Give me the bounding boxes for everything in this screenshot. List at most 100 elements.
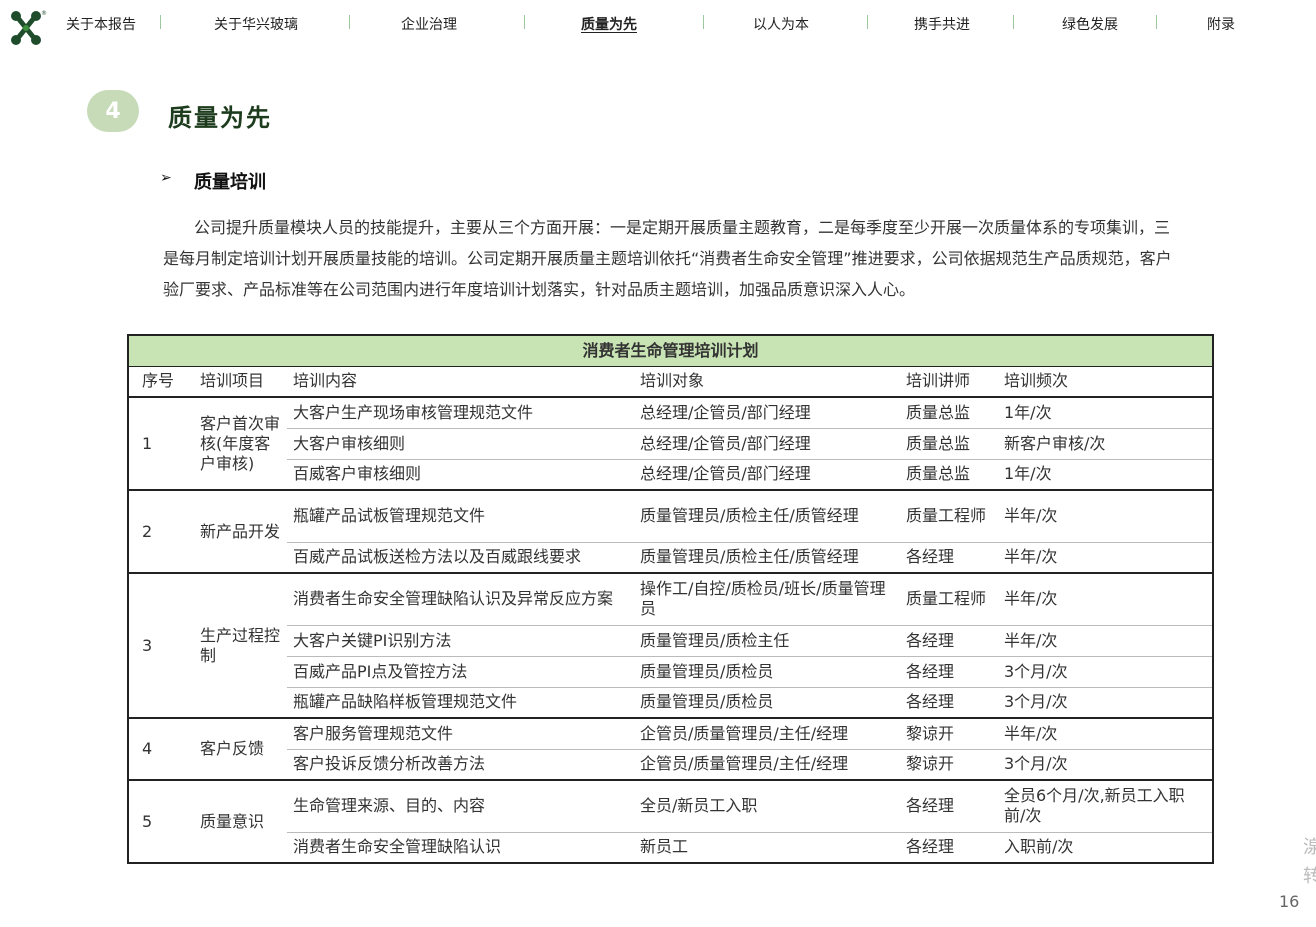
- cell-target: 新员工: [634, 832, 900, 864]
- nav-item-appendix[interactable]: 附录: [1207, 14, 1235, 34]
- cell-target: 操作工/自控/质检员/班长/质量管理员: [634, 573, 900, 626]
- column-header-target: 培训对象: [634, 366, 900, 398]
- nav-separator: [1156, 15, 1157, 29]
- cell-frequency: 3个月/次: [998, 656, 1213, 688]
- cell-frequency: 半年/次: [998, 542, 1213, 574]
- cell-project: 客户反馈: [194, 718, 287, 781]
- cell-content: 生命管理来源、目的、内容: [287, 780, 634, 833]
- cell-no: 1: [128, 397, 194, 491]
- arrow-bullet-icon: ➢: [160, 170, 172, 186]
- cell-content: 百威产品PI点及管控方法: [287, 656, 634, 688]
- column-header-no: 序号: [128, 366, 194, 398]
- cell-no: 3: [128, 573, 194, 719]
- cell-frequency: 新客户审核/次: [998, 428, 1213, 460]
- cell-lecturer: 质量工程师: [900, 490, 998, 543]
- nav-item-green-development[interactable]: 绿色发展: [1062, 14, 1118, 34]
- cell-content: 大客户生产现场审核管理规范文件: [287, 397, 634, 429]
- cell-content: 大客户审核细则: [287, 428, 634, 460]
- body-paragraph: 公司提升质量模块人员的技能提升，主要从三个方面开展：一是定期开展质量主题教育，二…: [163, 218, 1172, 299]
- cell-project: 新产品开发: [194, 490, 287, 574]
- cell-content: 消费者生命安全管理缺陷认识: [287, 832, 634, 864]
- cell-lecturer: 黎谅开: [900, 718, 998, 750]
- table-caption-row: 消费者生命管理培训计划: [128, 335, 1213, 367]
- table-row: 客户投诉反馈分析改善方法 企管员/质量管理员/主任/经理 黎谅开 3个月/次: [128, 749, 1213, 781]
- cell-frequency: 半年/次: [998, 718, 1213, 750]
- table-row: 百威产品PI点及管控方法 质量管理员/质检员 各经理 3个月/次: [128, 656, 1213, 688]
- cell-target: 总经理/企管员/部门经理: [634, 459, 900, 491]
- cell-project: 质量意识: [194, 780, 287, 864]
- nav-item-governance[interactable]: 企业治理: [401, 14, 457, 34]
- column-header-lecturer: 培训讲师: [900, 366, 998, 398]
- cell-frequency: 全员6个月/次,新员工入职前/次: [998, 780, 1213, 833]
- cell-lecturer: 质量总监: [900, 428, 998, 460]
- cell-content: 瓶罐产品缺陷样板管理规范文件: [287, 687, 634, 719]
- column-header-content: 培训内容: [287, 366, 634, 398]
- cell-frequency: 半年/次: [998, 573, 1213, 626]
- company-logo-icon[interactable]: ®: [8, 8, 48, 48]
- cell-frequency: 入职前/次: [998, 832, 1213, 864]
- cell-no: 4: [128, 718, 194, 781]
- cell-frequency: 3个月/次: [998, 749, 1213, 781]
- cell-target: 质量管理员/质检员: [634, 656, 900, 688]
- nav-item-about-report[interactable]: 关于本报告: [66, 14, 136, 34]
- column-header-project: 培训项目: [194, 366, 287, 398]
- training-plan-table-container: 消费者生命管理培训计划 序号 培训项目 培训内容 培训对象 培训讲师 培训频次 …: [127, 334, 1214, 864]
- section-number-badge: 4: [87, 90, 139, 132]
- table-row: 4 客户反馈 客户服务管理规范文件 企管员/质量管理员/主任/经理 黎谅开 半年/次: [128, 718, 1213, 781]
- nav-separator: [524, 15, 525, 29]
- cell-content: 客户服务管理规范文件: [287, 718, 634, 750]
- edge-text-fragment: 湶: [1303, 837, 1316, 858]
- cell-no: 2: [128, 490, 194, 574]
- nav-separator: [867, 15, 868, 29]
- cell-target: 总经理/企管员/部门经理: [634, 397, 900, 429]
- cell-lecturer: 各经理: [900, 687, 998, 719]
- table-row: 消费者生命安全管理缺陷认识 新员工 各经理 入职前/次: [128, 832, 1213, 864]
- cell-content: 大客户关键PI识别方法: [287, 625, 634, 657]
- cell-target: 质量管理员/质检主任/质管经理: [634, 490, 900, 543]
- cell-target: 质量管理员/质检主任: [634, 625, 900, 657]
- section-title: 质量为先: [168, 104, 272, 132]
- cell-frequency: 1年/次: [998, 459, 1213, 491]
- nav-item-quality-first[interactable]: 质量为先: [581, 14, 637, 34]
- svg-text:®: ®: [41, 10, 47, 17]
- cell-content: 瓶罐产品试板管理规范文件: [287, 490, 634, 543]
- cell-content: 百威客户审核细则: [287, 459, 634, 491]
- nav-separator: [349, 15, 350, 29]
- table-header-row: 序号 培训项目 培训内容 培训对象 培训讲师 培训频次: [128, 366, 1213, 398]
- nav-separator: [1013, 15, 1014, 29]
- cell-lecturer: 各经理: [900, 780, 998, 833]
- nav-item-people-oriented[interactable]: 以人为本: [753, 14, 809, 34]
- cell-lecturer: 各经理: [900, 832, 998, 864]
- training-plan-table: 消费者生命管理培训计划 序号 培训项目 培训内容 培训对象 培训讲师 培训频次 …: [127, 334, 1214, 864]
- table-row: 2 新产品开发 瓶罐产品试板管理规范文件 质量管理员/质检主任/质管经理 质量工程师 半年…: [128, 490, 1213, 574]
- cell-no: 5: [128, 780, 194, 864]
- cell-frequency: 1年/次: [998, 397, 1213, 429]
- table-row: 百威客户审核细则 总经理/企管员/部门经理 质量总监 1年/次: [128, 459, 1213, 491]
- cell-frequency: 半年/次: [998, 625, 1213, 657]
- table-row: 5 质量意识 生命管理来源、目的、内容 全员/新员工入职 各经理 全员6个月/次,新员工入…: [128, 780, 1213, 864]
- table-row: 1 客户首次审核(年度客户审核) 大客户生产现场审核管理规范文件 总经理/企管员/部门…: [128, 397, 1213, 491]
- cell-project: 生产过程控制: [194, 573, 287, 719]
- table-row: 3 生产过程控制 消费者生命安全管理缺陷认识及异常反应方案 操作工/自控/质检员/班长…: [128, 573, 1213, 719]
- cell-target: 企管员/质量管理员/主任/经理: [634, 749, 900, 781]
- cell-content: 客户投诉反馈分析改善方法: [287, 749, 634, 781]
- nav-item-hand-in-hand[interactable]: 携手共进: [914, 14, 970, 34]
- cell-target: 企管员/质量管理员/主任/经理: [634, 718, 900, 750]
- cell-lecturer: 各经理: [900, 625, 998, 657]
- table-caption: 消费者生命管理培训计划: [128, 335, 1213, 367]
- cell-target: 总经理/企管员/部门经理: [634, 428, 900, 460]
- edge-text-fragment: 转: [1303, 866, 1316, 887]
- cell-frequency: 半年/次: [998, 490, 1213, 543]
- column-header-frequency: 培训频次: [998, 366, 1213, 398]
- subsection-title: 质量培训: [194, 172, 266, 193]
- nav-item-about-huaxing[interactable]: 关于华兴玻璃: [214, 14, 298, 34]
- cell-lecturer: 各经理: [900, 542, 998, 574]
- cell-lecturer: 黎谅开: [900, 749, 998, 781]
- table-row: 大客户审核细则 总经理/企管员/部门经理 质量总监 新客户审核/次: [128, 428, 1213, 460]
- cell-content: 消费者生命安全管理缺陷认识及异常反应方案: [287, 573, 634, 626]
- cell-lecturer: 各经理: [900, 656, 998, 688]
- cell-project: 客户首次审核(年度客户审核): [194, 397, 287, 491]
- page-number: 16: [1279, 892, 1300, 911]
- cell-frequency: 3个月/次: [998, 687, 1213, 719]
- table-row: 百威产品试板送检方法以及百威跟线要求 质量管理员/质检主任/质管经理 各经理 半年/次: [128, 542, 1213, 574]
